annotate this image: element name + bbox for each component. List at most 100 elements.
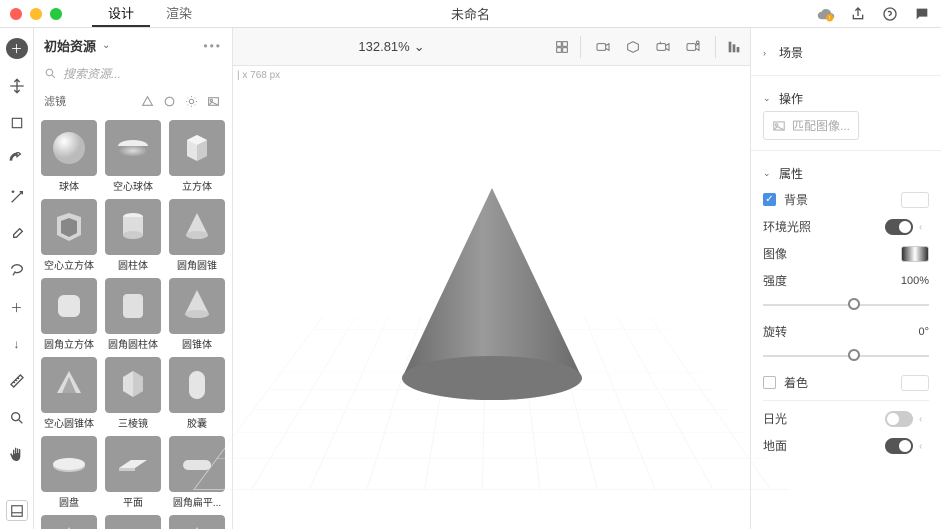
rect-tool[interactable]: [7, 114, 27, 133]
image-icon: [772, 119, 786, 133]
cloud-status-icon[interactable]: !: [817, 5, 835, 23]
arrow-down-tool[interactable]: ↓: [7, 335, 27, 354]
rotate-tool[interactable]: [7, 150, 27, 169]
asset-rounded-cylinder[interactable]: 圆角圆柱体: [104, 278, 162, 351]
chevron-down-icon[interactable]: ⌄: [102, 40, 110, 51]
filter-light-icon[interactable]: [182, 92, 200, 110]
sunlight-toggle[interactable]: [885, 411, 913, 427]
zoom-tool[interactable]: [7, 408, 27, 427]
search-icon: [44, 67, 57, 80]
share-icon[interactable]: [849, 5, 867, 23]
section-label: 属性: [779, 165, 803, 182]
asset-label: 球体: [59, 178, 79, 193]
background-checkbox[interactable]: ✓: [763, 193, 776, 206]
grid-toggle-icon[interactable]: [552, 37, 572, 57]
camera-4-icon[interactable]: [683, 37, 703, 57]
plus-tool[interactable]: ＋: [7, 298, 27, 317]
asset-hollow-cone[interactable]: 空心圆锥体: [40, 357, 98, 430]
asset-label: 圆柱体: [118, 257, 148, 272]
minimize-window[interactable]: [30, 8, 42, 20]
assets-title[interactable]: 初始资源: [44, 36, 96, 55]
add-tool[interactable]: ＋: [6, 38, 28, 59]
prop-label: 强度: [763, 272, 901, 289]
asset-prism[interactable]: 三棱镜: [104, 357, 162, 430]
canvas-area: 132.81% ⌄ | x 768 px: [233, 28, 750, 529]
asset-grid: 球体 空心球体 立方体 空心立方体 圆柱体 圆角圆锥 圆角立方体 圆角圆柱体 圆…: [34, 116, 232, 529]
asset-hemisphere[interactable]: 空心球体: [104, 120, 162, 193]
camera-3-icon[interactable]: [653, 37, 673, 57]
eyedropper-tool[interactable]: [7, 224, 27, 243]
move-tool[interactable]: [7, 77, 27, 96]
window-controls: [10, 8, 62, 20]
env-image-swatch[interactable]: [901, 246, 929, 262]
section-scene[interactable]: ›场景: [763, 40, 929, 65]
panel-toggle[interactable]: [6, 500, 28, 521]
asset-disk[interactable]: 圆盘: [40, 436, 98, 509]
asset-capsule[interactable]: 胶囊: [168, 357, 226, 430]
rotation-slider[interactable]: [763, 347, 929, 365]
prop-image: 图像: [763, 240, 929, 267]
prop-intensity: 强度 100%: [763, 267, 929, 294]
asset-partial-3[interactable]: [168, 515, 226, 529]
revert-icon[interactable]: ‹: [919, 222, 929, 232]
prop-tint: 着色: [763, 369, 929, 396]
asset-rounded-cube[interactable]: 圆角立方体: [40, 278, 98, 351]
asset-search[interactable]: 搜索资源...: [44, 65, 222, 82]
asset-partial-2[interactable]: [104, 515, 162, 529]
measure-tool[interactable]: [7, 372, 27, 391]
asset-partial-1[interactable]: [40, 515, 98, 529]
hand-tool[interactable]: [7, 445, 27, 464]
asset-label: 圆锥体: [182, 336, 212, 351]
chevron-right-icon: ›: [763, 48, 773, 58]
tab-render[interactable]: 渲染: [150, 0, 208, 27]
prop-value: 0°: [918, 326, 929, 338]
env-light-toggle[interactable]: [885, 219, 913, 235]
prop-label: 地面: [763, 437, 885, 454]
asset-label: 空心球体: [113, 178, 153, 193]
asset-cone[interactable]: 圆锥体: [168, 278, 226, 351]
scene-cone-object[interactable]: [392, 183, 592, 413]
asset-label: 圆角立方体: [44, 336, 94, 351]
asset-cylinder[interactable]: 圆柱体: [104, 199, 162, 272]
section-properties[interactable]: ⌄属性: [763, 161, 929, 186]
filter-material-icon[interactable]: [160, 92, 178, 110]
section-actions[interactable]: ⌄ 操作: [763, 86, 929, 111]
asset-rounded-cone[interactable]: 圆角圆锥: [168, 199, 226, 272]
canvas-dimensions: | x 768 px: [237, 70, 280, 81]
viewport[interactable]: | x 768 px: [233, 66, 750, 529]
asset-plane[interactable]: 平面: [104, 436, 162, 509]
ground-toggle[interactable]: [885, 438, 913, 454]
zoom-control[interactable]: 132.81% ⌄: [358, 39, 424, 55]
chevron-down-icon: ⌄: [763, 93, 773, 104]
background-color-swatch[interactable]: [901, 192, 929, 208]
camera-1-icon[interactable]: [593, 37, 613, 57]
tab-design[interactable]: 设计: [92, 0, 150, 27]
search-placeholder: 搜索资源...: [63, 65, 121, 82]
prop-label: 环境光照: [763, 218, 885, 235]
filter-image-icon[interactable]: [204, 92, 222, 110]
intensity-slider[interactable]: [763, 296, 929, 314]
asset-cube[interactable]: 立方体: [168, 120, 226, 193]
asset-sphere[interactable]: 球体: [40, 120, 98, 193]
revert-icon[interactable]: ‹: [919, 414, 929, 424]
tint-checkbox[interactable]: [763, 376, 776, 389]
revert-icon[interactable]: ‹: [919, 441, 929, 451]
mode-tabs: 设计 渲染: [92, 0, 208, 27]
assets-menu[interactable]: •••: [203, 39, 222, 53]
help-icon[interactable]: [881, 5, 899, 23]
prop-label: 背景: [784, 191, 901, 208]
camera-2-icon[interactable]: [623, 37, 643, 57]
render-settings-icon[interactable]: [724, 37, 744, 57]
maximize-window[interactable]: [50, 8, 62, 20]
match-image-button[interactable]: 匹配图像...: [763, 111, 859, 140]
lasso-tool[interactable]: [7, 261, 27, 280]
asset-label: 立方体: [182, 178, 212, 193]
asset-hollow-cube[interactable]: 空心立方体: [40, 199, 98, 272]
filter-shape-icon[interactable]: [138, 92, 156, 110]
tint-color-swatch[interactable]: [901, 375, 929, 391]
magic-tool[interactable]: [7, 187, 27, 206]
section-label: 操作: [779, 90, 803, 107]
chat-icon[interactable]: [913, 5, 931, 23]
assets-panel: 初始资源 ⌄ ••• 搜索资源... 滤镜 球体 空心球体 立方体 空心立方体 …: [34, 28, 233, 529]
close-window[interactable]: [10, 8, 22, 20]
